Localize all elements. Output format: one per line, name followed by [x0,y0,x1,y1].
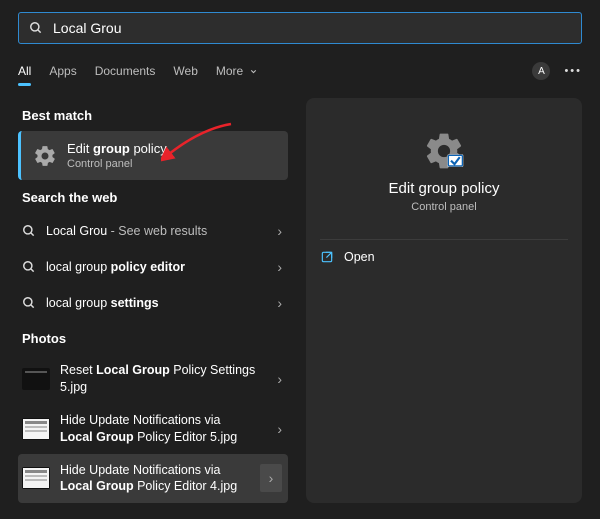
section-best-match: Best match [18,98,288,131]
search-icon [22,224,36,238]
chevron-right-icon: › [277,259,282,275]
chevron-right-icon: › [277,295,282,311]
result-title: Edit group policy [67,141,167,156]
search-icon [29,21,43,35]
filter-tabs: All Apps Documents Web More A ••• [0,52,600,90]
photo-result[interactable]: Hide Update Notifications via Local Grou… [18,454,288,504]
thumbnail-icon [22,418,50,440]
results-column: Best match Edit group policy Control pan… [18,98,288,503]
preview-panel: Edit group policy Control panel Open [306,98,582,503]
avatar[interactable]: A [532,62,550,80]
photo-result[interactable]: Hide Update Notifications via Local Grou… [18,404,288,454]
tab-apps[interactable]: Apps [49,64,76,78]
gear-icon [33,144,57,168]
thumbnail-icon [22,467,50,489]
chevron-right-icon[interactable]: › [260,464,282,492]
section-photos: Photos [18,321,288,354]
search-bar[interactable] [18,12,582,44]
photo-result[interactable]: Reset Local Group Policy Settings 5.jpg … [18,354,288,404]
gear-check-icon [423,130,465,172]
preview-subtitle: Control panel [320,201,568,213]
open-label: Open [344,250,375,264]
chevron-down-icon [249,67,258,76]
result-subtitle: Control panel [67,158,167,170]
open-icon [320,250,334,264]
web-result-local-grou[interactable]: Local Grou - See web results › [18,213,288,249]
search-icon [22,296,36,310]
chevron-right-icon: › [277,421,282,437]
section-search-web: Search the web [18,180,288,213]
web-result-settings[interactable]: local group settings › [18,285,288,321]
tab-all[interactable]: All [18,64,31,78]
tab-documents[interactable]: Documents [95,64,156,78]
chevron-right-icon: › [277,223,282,239]
search-input[interactable] [53,20,571,36]
search-icon [22,260,36,274]
tab-more[interactable]: More [216,64,258,78]
preview-title: Edit group policy [320,180,568,197]
result-edit-group-policy[interactable]: Edit group policy Control panel [18,131,288,180]
tab-web[interactable]: Web [173,64,197,78]
open-action[interactable]: Open [320,239,568,274]
thumbnail-icon [22,368,50,390]
chevron-right-icon: › [277,371,282,387]
web-result-policy-editor[interactable]: local group policy editor › [18,249,288,285]
more-options-button[interactable]: ••• [564,65,582,77]
